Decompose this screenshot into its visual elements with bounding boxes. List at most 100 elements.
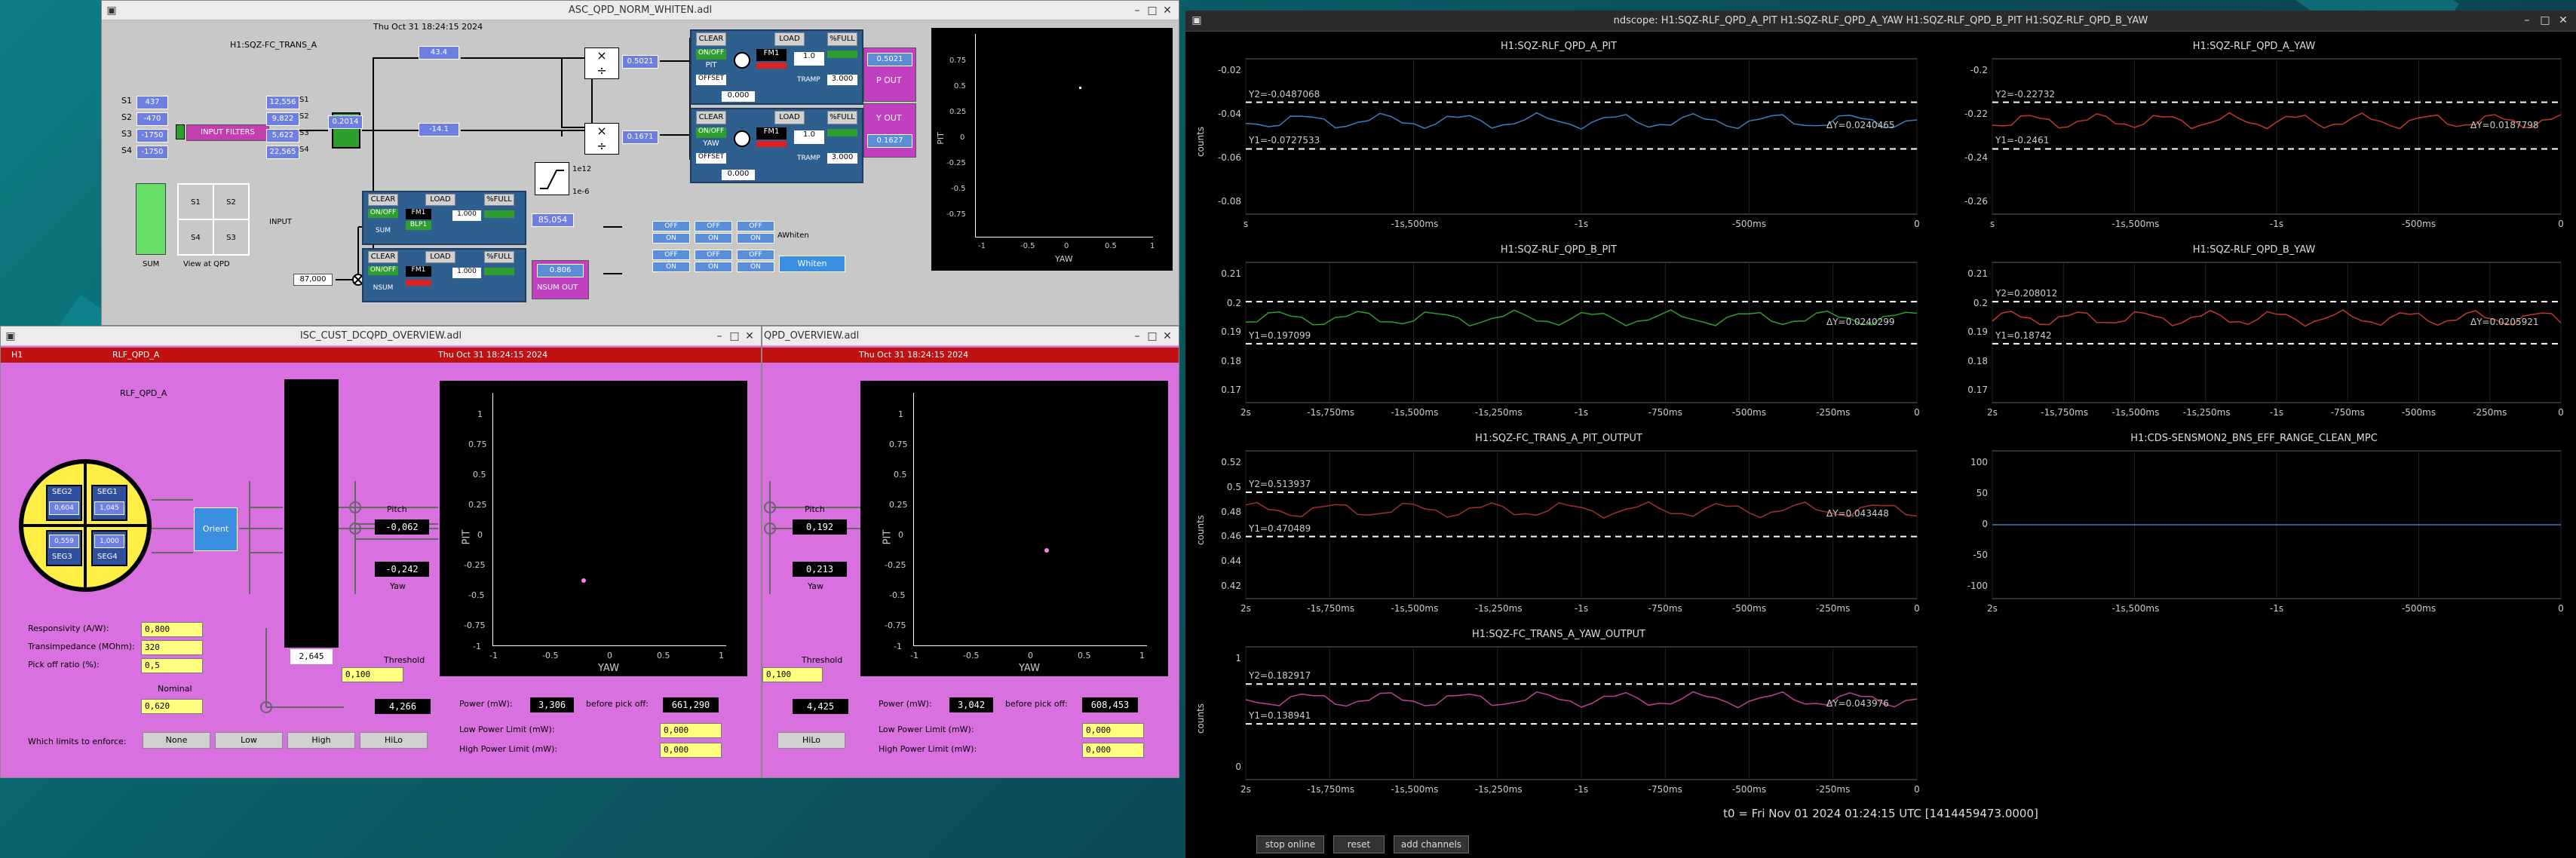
gain-field[interactable]: 1.0 (794, 52, 824, 66)
onoff-toggle[interactable]: ON/OFF (696, 49, 726, 60)
fm1-button[interactable]: FM1 (406, 209, 431, 219)
offset-field[interactable]: 0.000 (722, 170, 755, 180)
plot-panel[interactable]: H1:SQZ-FC_TRANS_A_PIT_OUTPUT 2s -1s,750ms -… (1185, 430, 1932, 626)
y-tick-label: 0.19 (1221, 326, 1241, 337)
nsum-out-label: NSUM OUT (537, 283, 578, 292)
load-button[interactable]: LOAD (774, 32, 805, 46)
off-button[interactable]: OFF (737, 250, 774, 260)
enforce-none-button[interactable]: None (143, 732, 210, 749)
y-tick-label: -0.2 (1970, 65, 1988, 75)
enforce-hilo-button[interactable]: HiLo (360, 732, 428, 749)
tramp-field[interactable]: 3.000 (827, 153, 857, 164)
plot-panel[interactable]: H1:SQZ-RLF_QPD_A_PIT s -1s,500ms -1s -500ms 0… (1185, 38, 1932, 241)
highlim-input[interactable]: 0,000 (1082, 743, 1144, 758)
multiplier-block: × ÷ (584, 47, 619, 79)
pick-input[interactable]: 0,5 (141, 658, 203, 673)
load-button[interactable]: LOAD (774, 111, 805, 124)
clear-button[interactable]: CLEAR (696, 111, 726, 124)
plot-panel[interactable]: H1:SQZ-RLF_QPD_A_YAW s -1s,500ms -1s -500ms 0… (1932, 38, 2576, 241)
sum-junction-icon (734, 130, 750, 147)
off-button[interactable]: OFF (652, 221, 690, 231)
y-tick: 0 (898, 530, 903, 540)
output-switch[interactable] (827, 129, 857, 136)
minimize-icon[interactable]: – (2520, 14, 2534, 27)
y-tick: -0.5 (468, 590, 485, 600)
off-button[interactable]: OFF (737, 221, 774, 231)
full-button[interactable]: %FULL (827, 111, 857, 124)
load-button[interactable]: LOAD (425, 251, 455, 263)
full-button[interactable]: %FULL (827, 32, 857, 46)
plot-panel[interactable]: H1:SQZ-RLF_QPD_B_YAW 2s -1s,750ms -1s,500ms… (1932, 241, 2576, 430)
clear-button[interactable]: CLEAR (696, 32, 726, 46)
y-tick: -0.25 (464, 560, 486, 570)
lowlim-input[interactable]: 0,000 (1082, 723, 1144, 738)
on-button[interactable]: ON (695, 262, 732, 272)
maximize-icon[interactable]: □ (2538, 14, 2552, 27)
gain-field[interactable]: 1.000 (452, 210, 481, 221)
resp-input[interactable]: 0,800 (141, 622, 203, 637)
load-button[interactable]: LOAD (425, 194, 455, 206)
x-tick-label: -1s,750ms (1307, 784, 1355, 795)
close-icon[interactable]: ✕ (2556, 14, 2570, 27)
output-switch[interactable] (484, 210, 514, 218)
y-tick-label: 0.2 (1973, 297, 1988, 308)
plot-panel[interactable]: H1:CDS-SENSMON2_BNS_EFF_RANGE_CLEAN_MPC 2… (1932, 430, 2576, 626)
plot-panel[interactable]: H1:SQZ-RLF_QPD_B_PIT 2s -1s,750ms -1s,500ms… (1185, 241, 1932, 430)
x-tick-label: 2s (1987, 407, 1998, 418)
full-button[interactable]: %FULL (484, 251, 514, 263)
onoff-toggle[interactable]: ON/OFF (696, 127, 726, 138)
tramp-field[interactable]: 3.000 (827, 75, 857, 85)
app-menu-icon[interactable]: ▣ (1190, 14, 1204, 27)
enforce-low-button[interactable]: Low (215, 732, 283, 749)
y-tick-label: -50 (1973, 550, 1988, 560)
reset-button[interactable]: reset (1333, 835, 1385, 853)
fm1-button[interactable]: FM1 (756, 49, 787, 61)
off-button[interactable]: OFF (695, 221, 732, 231)
offset-field[interactable]: 0.000 (722, 91, 755, 102)
lowlim-input[interactable]: 0,000 (660, 723, 722, 738)
gain-field[interactable]: 1.0 (794, 130, 824, 144)
x-tick-label: 2s (1240, 784, 1251, 795)
x-tick-label: -1s (1574, 784, 1589, 795)
plot-panel[interactable]: H1:SQZ-FC_TRANS_A_YAW_OUTPUT 2s -1s,750ms -… (1185, 626, 1932, 807)
x-tick: 1 (1139, 651, 1145, 660)
off-button[interactable]: OFF (652, 250, 690, 260)
full-button[interactable]: %FULL (484, 194, 514, 206)
fm1-button[interactable]: FM1 (406, 266, 431, 277)
nsum-input-field[interactable]: 87,000 (293, 274, 333, 286)
onoff-toggle[interactable]: ON/OFF (368, 209, 398, 218)
gain-field[interactable]: 1.000 (452, 268, 481, 278)
highlim-input[interactable]: 0,000 (660, 743, 722, 758)
output-switch[interactable] (484, 268, 514, 275)
threshold-input[interactable]: 0,100 (762, 667, 823, 682)
clear-button[interactable]: CLEAR (368, 251, 398, 263)
add-channels-button[interactable]: add channels (1394, 835, 1469, 853)
enforce-hilo-button[interactable]: HiLo (777, 732, 845, 749)
clear-button[interactable]: CLEAR (368, 194, 398, 206)
stop-online-button[interactable]: stop online (1256, 835, 1324, 853)
y-axis-label: PIT (461, 529, 473, 545)
on-button[interactable]: ON (737, 233, 774, 244)
power-value: 3,306 (530, 697, 574, 712)
y-tick-label: -0.22 (1964, 109, 1988, 119)
on-button[interactable]: ON (652, 233, 690, 244)
onoff-toggle[interactable]: ON/OFF (368, 266, 398, 275)
on-button[interactable]: ON (695, 233, 732, 244)
on-button[interactable]: ON (652, 262, 690, 272)
enforce-high-button[interactable]: High (287, 732, 355, 749)
trans-input[interactable]: 320 (141, 640, 203, 655)
window-titlebar[interactable]: ndscope: H1:SQZ-RLF_QPD_A_PIT H1:SQZ-RLF… (1185, 11, 2576, 32)
orient-button[interactable]: Orient (194, 507, 238, 551)
y-tick: 0.25 (889, 500, 908, 510)
threshold-input[interactable]: 0,100 (342, 667, 403, 682)
offset-toggle[interactable]: OFFSET (696, 75, 726, 85)
power-bar-value: 2,645 (290, 649, 333, 664)
off-button[interactable]: OFF (695, 250, 732, 260)
fm1-button[interactable]: FM1 (756, 127, 787, 139)
offset-toggle[interactable]: OFFSET (696, 153, 726, 164)
nominal-input[interactable]: 0,620 (141, 699, 203, 714)
on-button[interactable]: ON (737, 262, 774, 272)
whiten-button[interactable]: Whiten (779, 256, 845, 272)
pit-filter-bank: CLEAR LOAD %FULL ON/OFF PIT OFFSET FM1 1… (690, 29, 863, 105)
output-switch[interactable] (827, 51, 857, 58)
